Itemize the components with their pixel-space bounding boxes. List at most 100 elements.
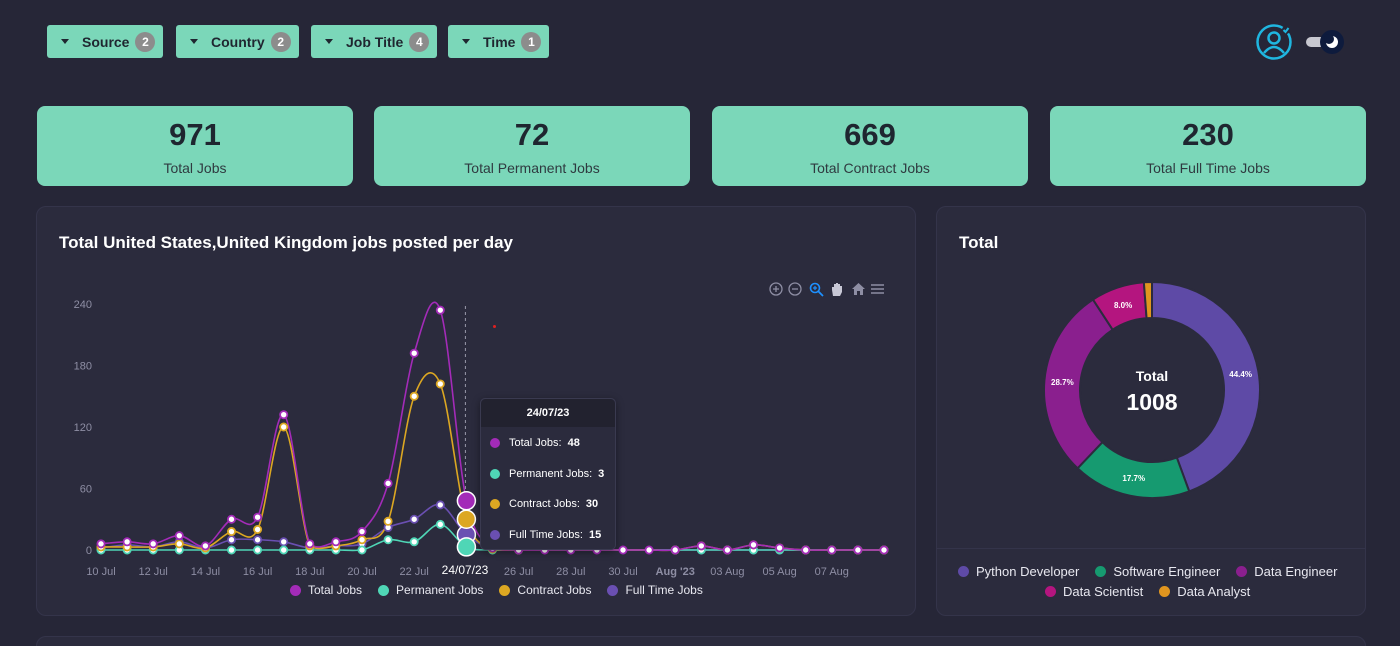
tooltip-row-label: Contract Jobs: <box>509 498 580 511</box>
data-point[interactable] <box>253 535 263 545</box>
legend-item-data-analyst[interactable]: Data Analyst <box>1159 584 1250 599</box>
data-point[interactable] <box>644 545 654 555</box>
tooltip-row-value: 30 <box>585 498 599 511</box>
tooltip-date: 24/07/23 <box>481 399 615 427</box>
data-point[interactable] <box>827 545 837 555</box>
data-point[interactable] <box>456 491 477 511</box>
x-tick-label: 10 Jul <box>86 566 115 578</box>
data-point[interactable] <box>618 545 628 555</box>
data-point[interactable] <box>357 545 367 555</box>
legend-dot-icon <box>1045 586 1056 597</box>
legend-item-python-developer[interactable]: Python Developer <box>958 564 1079 579</box>
legend-label: Python Developer <box>976 564 1080 579</box>
data-point[interactable] <box>96 539 106 549</box>
data-point[interactable] <box>435 500 445 510</box>
data-point[interactable] <box>226 545 236 555</box>
data-point[interactable] <box>200 541 210 551</box>
data-point[interactable] <box>331 537 341 547</box>
tooltip-row-label: Total Jobs: <box>509 437 562 450</box>
data-point[interactable] <box>749 540 759 550</box>
data-point[interactable] <box>456 537 477 557</box>
data-point[interactable] <box>279 422 289 432</box>
donut-slice-label: 28.7% <box>1051 378 1074 387</box>
tooltip-row: Full Time Jobs: 15 <box>481 520 615 551</box>
x-tick-label: 05 Aug <box>762 566 796 578</box>
legend-item-data-scientist[interactable]: Data Scientist <box>1045 584 1143 599</box>
legend-item-full-time-jobs[interactable]: Full Time Jobs <box>607 583 703 597</box>
legend-item-permanent-jobs[interactable]: Permanent Jobs <box>378 583 483 597</box>
data-point[interactable] <box>357 527 367 537</box>
data-point[interactable] <box>435 305 445 315</box>
tooltip-row: Total Jobs: 48 <box>481 428 615 459</box>
data-point[interactable] <box>383 478 393 488</box>
data-point[interactable] <box>253 545 263 555</box>
bottom-panel <box>36 636 1366 646</box>
legend-item-total-jobs[interactable]: Total Jobs <box>290 583 362 597</box>
data-point[interactable] <box>383 516 393 526</box>
legend-item-data-engineer[interactable]: Data Engineer <box>1236 564 1337 579</box>
donut-slice-label: 8.0% <box>1114 301 1132 310</box>
data-point[interactable] <box>253 512 263 522</box>
donut-slice-label: 44.4% <box>1229 370 1252 379</box>
y-tick-label: 120 <box>74 422 92 434</box>
x-tick-label: 03 Aug <box>710 566 744 578</box>
data-point[interactable] <box>435 379 445 389</box>
data-point[interactable] <box>801 545 811 555</box>
data-point[interactable] <box>879 545 889 555</box>
y-tick-label: 180 <box>74 361 92 373</box>
legend-label: Full Time Jobs <box>625 583 703 597</box>
data-point[interactable] <box>670 545 680 555</box>
x-tick-label: 18 Jul <box>295 566 324 578</box>
divider <box>937 548 1365 549</box>
legend-item-contract-jobs[interactable]: Contract Jobs <box>499 583 591 597</box>
data-point[interactable] <box>853 545 863 555</box>
chart-tooltip: 24/07/23 Total Jobs: 48 Permanent Jobs: … <box>480 398 616 550</box>
data-point[interactable] <box>305 539 315 549</box>
y-tick-label: 240 <box>74 299 92 311</box>
tooltip-row-value: 15 <box>588 528 602 541</box>
donut-legend-row-1: Python Developer Software Engineer Data … <box>958 564 1337 579</box>
legend-label: Data Engineer <box>1254 564 1338 579</box>
data-point[interactable] <box>253 525 263 535</box>
data-point[interactable] <box>435 519 445 529</box>
legend-dot-icon <box>607 584 619 596</box>
data-point[interactable] <box>226 527 236 537</box>
legend-dot-icon <box>1159 586 1171 597</box>
y-tick-label: 60 <box>80 484 92 496</box>
data-point[interactable] <box>148 539 158 549</box>
data-point[interactable] <box>409 537 419 547</box>
data-point[interactable] <box>696 541 706 551</box>
permanent-jobs-dot-icon <box>490 468 500 479</box>
data-point[interactable] <box>409 514 419 524</box>
data-point[interactable] <box>279 545 289 555</box>
x-tick-label: 20 Jul <box>347 566 376 578</box>
x-axis-tooltip: 24/07/23 <box>434 559 496 581</box>
data-point[interactable] <box>122 537 132 547</box>
donut-center-value: 1008 <box>1126 389 1178 415</box>
data-point[interactable] <box>409 348 419 358</box>
data-point[interactable] <box>409 391 419 401</box>
x-tick-label: 16 Jul <box>243 566 272 578</box>
tooltip-row: Contract Jobs: 30 <box>481 489 615 520</box>
data-point[interactable] <box>174 531 184 541</box>
data-point[interactable] <box>357 535 367 545</box>
data-point[interactable] <box>775 543 785 553</box>
tooltip-row-value: 3 <box>598 467 605 480</box>
data-point[interactable] <box>226 514 236 524</box>
x-tick-label: 07 Aug <box>815 566 849 578</box>
x-tick-label: Aug '23 <box>656 566 695 578</box>
data-point[interactable] <box>174 539 184 549</box>
x-tick-label: 30 Jul <box>608 566 637 578</box>
data-point[interactable] <box>456 509 477 529</box>
data-point[interactable] <box>226 535 236 545</box>
data-point[interactable] <box>722 545 732 555</box>
data-point[interactable] <box>383 535 393 545</box>
legend-label: Software Engineer <box>1113 564 1221 579</box>
data-point[interactable] <box>279 537 289 547</box>
donut-chart-title: Total <box>959 233 999 252</box>
tooltip-row-label: Permanent Jobs: <box>509 467 593 480</box>
legend-label: Permanent Jobs <box>396 583 484 597</box>
legend-item-software-engineer[interactable]: Software Engineer <box>1095 564 1220 579</box>
data-point[interactable] <box>279 410 289 420</box>
tooltip-row: Permanent Jobs: 3 <box>481 459 615 490</box>
